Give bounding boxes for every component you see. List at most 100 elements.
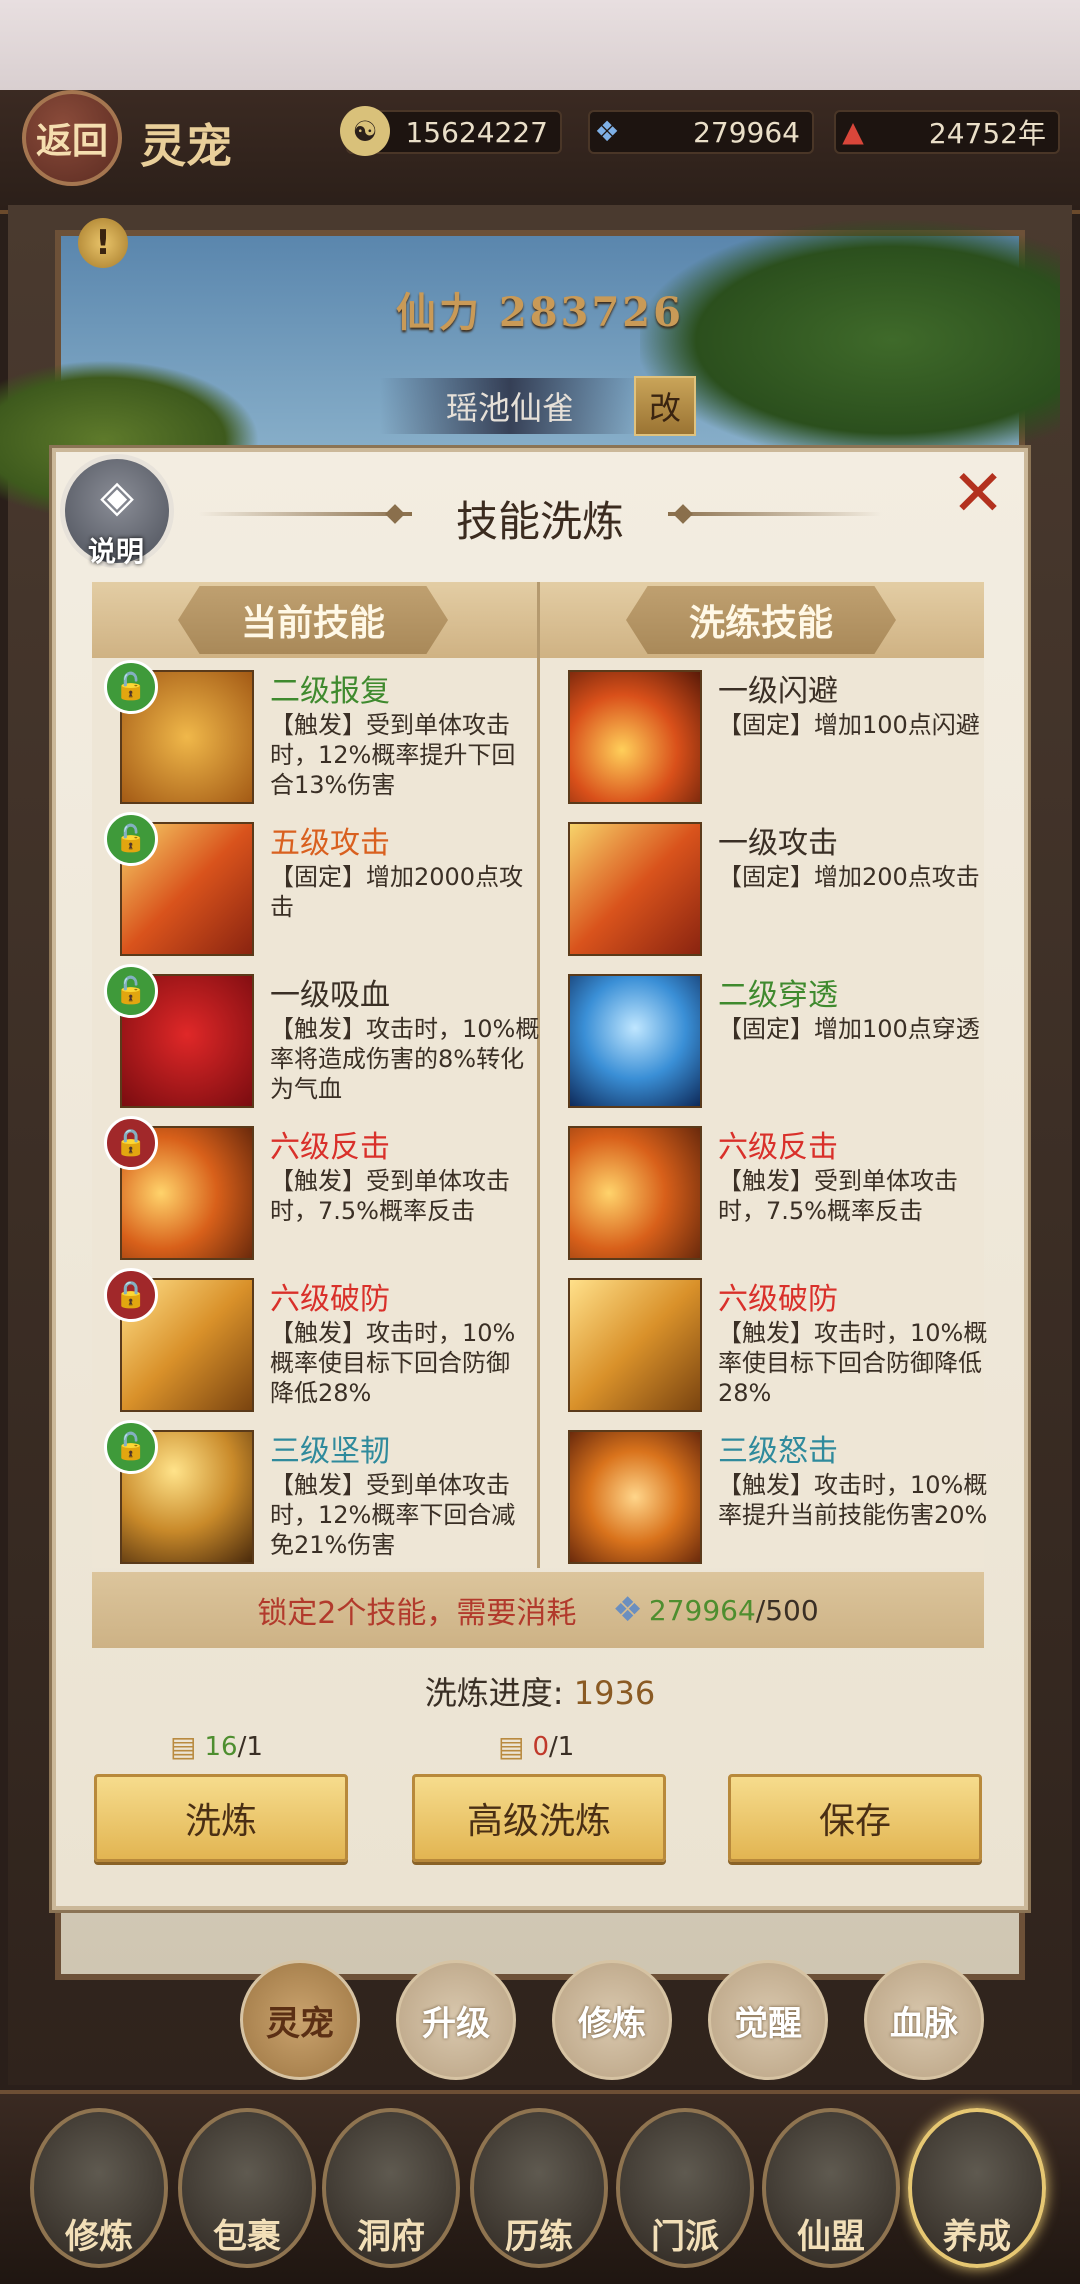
skill-desc: 【固定】增加2000点攻击 bbox=[270, 863, 524, 921]
material-required: /1 bbox=[549, 1731, 575, 1762]
red-cultivator-icon: ▲ bbox=[842, 114, 864, 148]
tree-branch-right bbox=[640, 220, 1060, 460]
skill-desc: 【触发】受到单体攻击时，7.5%概率反击 bbox=[270, 1167, 510, 1225]
blue-crystal-icon: ❖ bbox=[594, 114, 620, 148]
lock-cost-text: 锁定2个技能，需要消耗 bbox=[257, 1596, 577, 1631]
yin-yang-coin-icon: ☯ bbox=[340, 106, 390, 156]
nav-alliance[interactable]: 仙盟 bbox=[762, 2108, 900, 2268]
skill-name: 三级怒击 bbox=[718, 1434, 838, 1469]
nav-cultivate[interactable]: 修炼 bbox=[30, 2108, 168, 2268]
dialog-title: 技能洗炼 bbox=[455, 497, 624, 546]
crystal-counter: ❖ 279964 bbox=[588, 110, 814, 154]
page-title: 灵宠 bbox=[140, 119, 232, 173]
unlock-icon[interactable]: 🔓 bbox=[104, 964, 158, 1018]
alert-icon[interactable]: ! bbox=[78, 218, 128, 268]
refine-skill-row: 六级反击 【触发】受到单体攻击时，7.5%概率反击 bbox=[568, 1126, 958, 1260]
progress-value: 1936 bbox=[573, 1674, 656, 1712]
pet-name: 瑶池仙雀 bbox=[380, 378, 640, 434]
nav-nurture[interactable]: 养成 bbox=[908, 2108, 1046, 2268]
current-skill-row: 🔓 二级报复 【触发】受到单体攻击时，12%概率提升下回合13%伤害 bbox=[104, 660, 515, 804]
rename-button[interactable]: 改 bbox=[634, 376, 696, 436]
skill-desc: 【触发】受到单体攻击时，7.5%概率反击 bbox=[718, 1167, 958, 1225]
skill-name: 二级报复 bbox=[270, 674, 390, 709]
material-owned: 16 bbox=[204, 1731, 238, 1762]
spirit-coin-value: 15624227 bbox=[405, 115, 548, 149]
cultivation-years-counter: ▲ 24752年 bbox=[834, 110, 1060, 154]
armor-break-icon bbox=[568, 1278, 702, 1412]
nav-trials[interactable]: 历练 bbox=[470, 2108, 608, 2268]
current-skill-row: 🔒 六级破防 【触发】攻击时，10%概率使目标下回合防御降低28% bbox=[104, 1268, 515, 1412]
fist-strike-icon bbox=[568, 1430, 702, 1564]
cultivation-years-value: 24752年 bbox=[928, 117, 1046, 150]
close-icon[interactable]: ✕ bbox=[948, 462, 1008, 526]
refine-skills-header: 洗练技能 bbox=[626, 586, 896, 654]
skill-name: 六级反击 bbox=[270, 1130, 390, 1165]
skill-name: 三级坚韧 bbox=[270, 1434, 390, 1469]
tab-awaken[interactable]: 觉醒 bbox=[708, 1960, 828, 2080]
skill-name: 二级穿透 bbox=[718, 978, 838, 1013]
skill-desc: 【触发】攻击时，10%概率提升当前技能伤害20% bbox=[718, 1471, 988, 1529]
blue-crystal-icon: ❖ bbox=[612, 1590, 643, 1630]
pet-power: 仙力 283726 bbox=[396, 289, 684, 336]
save-button[interactable]: 保存 bbox=[728, 1774, 982, 1862]
tab-cultivate[interactable]: 修炼 bbox=[552, 1960, 672, 2080]
back-button[interactable]: 返回 bbox=[22, 90, 122, 186]
advanced-material-count: ▤ 0 /1 bbox=[498, 1730, 574, 1763]
skill-name: 六级破防 bbox=[718, 1282, 838, 1317]
status-bar-area bbox=[0, 0, 1080, 90]
skill-name: 一级闪避 bbox=[718, 674, 838, 709]
skill-desc: 【触发】受到单体攻击时，12%概率下回合减免21%伤害 bbox=[270, 1471, 516, 1559]
skill-desc: 【固定】增加100点闪避 bbox=[718, 711, 980, 739]
scroll-book-icon: ▤ bbox=[170, 1730, 197, 1763]
refine-skill-row: 一级闪避 【固定】增加100点闪避 bbox=[568, 670, 980, 804]
skill-desc: 【触发】攻击时，10%概率使目标下回合防御降低28% bbox=[718, 1319, 988, 1407]
crystal-value: 279964 bbox=[693, 115, 800, 149]
advanced-refine-button[interactable]: 高级洗炼 bbox=[412, 1774, 666, 1862]
scroll-book-icon: ▤ bbox=[498, 1730, 525, 1763]
refine-progress: 洗炼进度: 1936 bbox=[0, 1668, 1080, 1714]
nav-bag[interactable]: 包裹 bbox=[178, 2108, 316, 2268]
refine-material-count: ▤ 16 /1 bbox=[170, 1730, 263, 1763]
material-required: /1 bbox=[237, 1731, 263, 1762]
tab-spirit-pet[interactable]: 灵宠 bbox=[240, 1960, 360, 2080]
unlock-icon[interactable]: 🔓 bbox=[104, 660, 158, 714]
material-owned: 0 bbox=[532, 1731, 550, 1762]
crystal-required: /500 bbox=[755, 1593, 819, 1627]
skill-desc: 【触发】攻击时，10%概率将造成伤害的8%转化为气血 bbox=[270, 1015, 540, 1103]
current-skill-row: 🔓 五级攻击 【固定】增加2000点攻击 bbox=[104, 812, 523, 956]
skill-name: 一级攻击 bbox=[718, 826, 838, 861]
refine-button[interactable]: 洗炼 bbox=[94, 1774, 348, 1862]
skill-name: 六级破防 bbox=[270, 1282, 390, 1317]
unlock-icon[interactable]: 🔓 bbox=[104, 812, 158, 866]
skill-desc: 【触发】攻击时，10%概率使目标下回合防御降低28% bbox=[270, 1319, 516, 1407]
skill-name: 六级反击 bbox=[718, 1130, 838, 1165]
lock-icon[interactable]: 🔒 bbox=[104, 1116, 158, 1170]
skill-desc: 【固定】增加200点攻击 bbox=[718, 863, 980, 891]
skill-desc: 【固定】增加100点穿透 bbox=[718, 1015, 980, 1043]
nav-sect[interactable]: 门派 bbox=[616, 2108, 754, 2268]
skill-name: 一级吸血 bbox=[270, 978, 390, 1013]
current-skill-row: 🔒 六级反击 【触发】受到单体攻击时，7.5%概率反击 bbox=[104, 1116, 510, 1260]
current-skill-row: 🔓 三级坚韧 【触发】受到单体攻击时，12%概率下回合减免21%伤害 bbox=[104, 1420, 515, 1564]
nav-cave-abode[interactable]: 洞府 bbox=[322, 2108, 460, 2268]
skill-desc: 【触发】受到单体攻击时，12%概率提升下回合13%伤害 bbox=[270, 711, 516, 799]
spirit-coin-counter: ☯ 15624227 bbox=[340, 106, 562, 156]
unlock-icon[interactable]: 🔓 bbox=[104, 1420, 158, 1474]
refine-skill-row: 六级破防 【触发】攻击时，10%概率使目标下回合防御降低28% bbox=[568, 1278, 987, 1412]
refine-skill-row: 三级怒击 【触发】攻击时，10%概率提升当前技能伤害20% bbox=[568, 1430, 987, 1564]
lock-icon[interactable]: 🔒 bbox=[104, 1268, 158, 1322]
flaming-sword-icon bbox=[568, 822, 702, 956]
current-skill-row: 🔓 一级吸血 【触发】攻击时，10%概率将造成伤害的8%转化为气血 bbox=[104, 964, 539, 1108]
dodge-foot-icon bbox=[568, 670, 702, 804]
lock-cost-bar: 锁定2个技能，需要消耗 ❖ 279964 /500 bbox=[92, 1572, 984, 1648]
refine-skill-row: 二级穿透 【固定】增加100点穿透 bbox=[568, 974, 980, 1108]
current-skills-header: 当前技能 bbox=[178, 586, 448, 654]
crystal-owned: 279964 bbox=[648, 1593, 756, 1627]
skill-name: 五级攻击 bbox=[270, 826, 390, 861]
tab-upgrade[interactable]: 升级 bbox=[396, 1960, 516, 2080]
refine-skill-row: 一级攻击 【固定】增加200点攻击 bbox=[568, 822, 980, 956]
progress-label: 洗炼进度: bbox=[424, 1674, 564, 1712]
tab-bloodline[interactable]: 血脉 bbox=[864, 1960, 984, 2080]
counter-strike-icon bbox=[568, 1126, 702, 1260]
piercing-dash-icon bbox=[568, 974, 702, 1108]
